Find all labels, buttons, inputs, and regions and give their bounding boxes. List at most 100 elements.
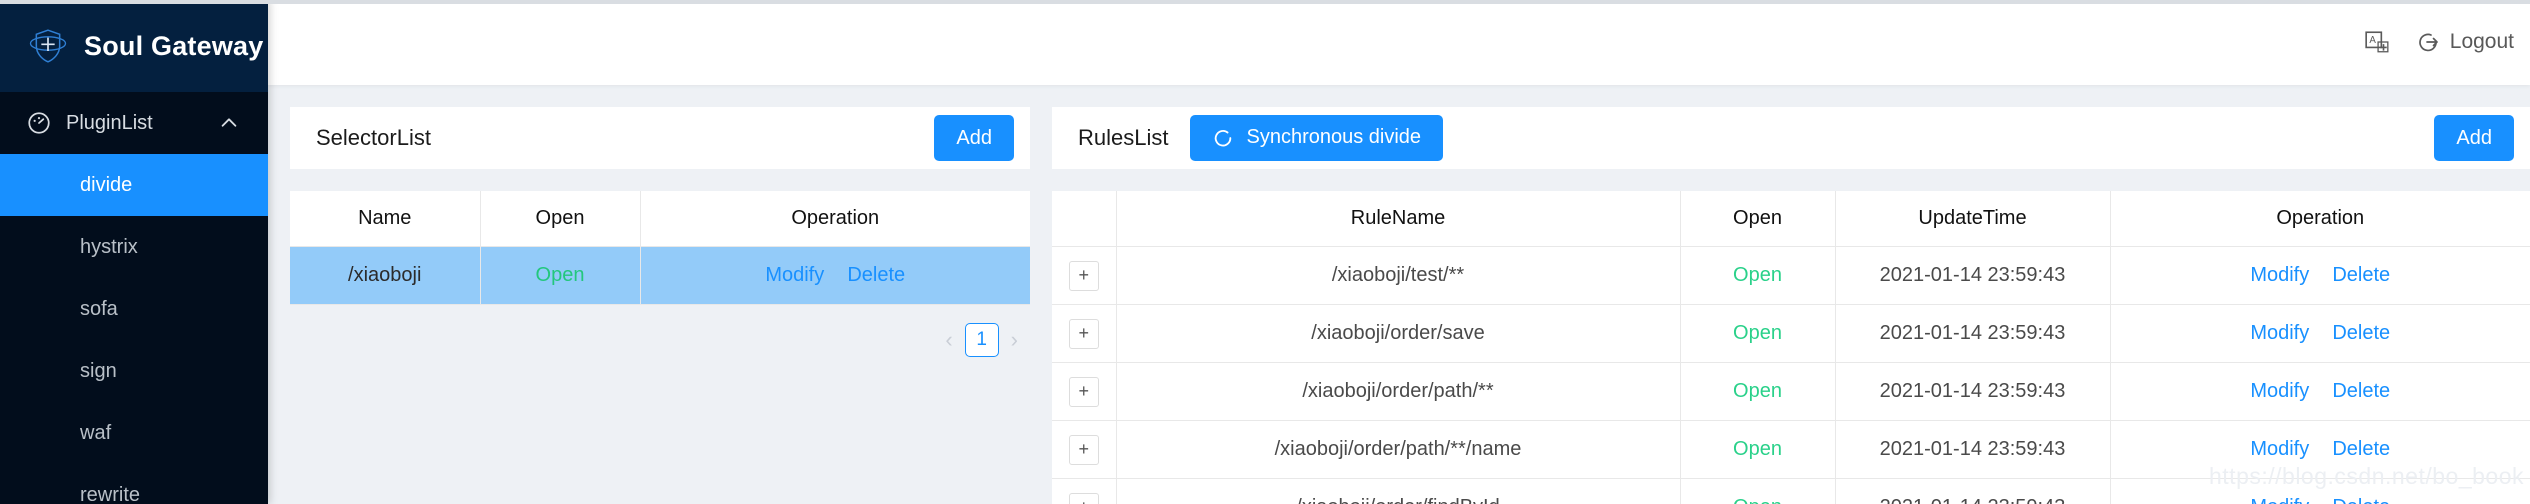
logout-icon [2418,33,2438,52]
table-row[interactable]: + /xiaoboji/order/save Open 2021-01-14 2… [1052,304,2530,364]
rules-col-expand [1052,190,1117,248]
sidebar-group-pluginlist[interactable]: PluginList [0,92,268,154]
logout-button[interactable]: Logout [2416,30,2514,54]
table-row[interactable]: + /xiaoboji/order/path/** Open 2021-01-1… [1052,362,2530,422]
selector-col-operation: Operation [640,190,1030,248]
modify-link[interactable]: Modify [2250,264,2309,286]
rules-table-header-row: RuleName Open UpdateTime Operation [1052,190,2530,248]
status-badge: Open [535,264,585,287]
selector-panel-title: SelectorList [316,124,431,150]
status-badge: Open [1733,264,1782,287]
sidebar-group-label: PluginList [66,111,153,134]
delete-link[interactable]: Delete [2332,496,2390,504]
table-row[interactable]: + /xiaoboji/order/path/**/name Open 2021… [1052,420,2530,480]
rules-cell-expand: + [1052,246,1117,306]
status-badge: Open [1733,380,1782,403]
rules-cell-open: Open [1680,362,1836,422]
pagination-page-1[interactable]: 1 [964,323,999,358]
modify-link[interactable]: Modify [765,264,824,286]
rules-cell-expand: + [1052,304,1117,364]
rules-cell-expand: + [1052,478,1117,504]
rules-add-button[interactable]: Add [2434,114,2514,161]
chevron-up-icon[interactable] [218,112,240,134]
modify-link[interactable]: Modify [2250,380,2309,402]
rules-cell-updatetime: 2021-01-14 23:59:43 [1835,246,2111,306]
pagination-prev[interactable]: ‹ [945,327,952,353]
delete-link[interactable]: Delete [2332,380,2390,402]
brand-header[interactable]: Soul Gateway [0,0,268,92]
selector-table: Name Open Operation /xiaoboji Open Modif… [290,190,1030,306]
modify-link[interactable]: Modify [2250,322,2309,344]
selector-col-open: Open [480,190,641,248]
rules-col-updatetime: UpdateTime [1835,190,2111,248]
brand-title: Soul Gateway [84,30,264,61]
rules-cell-updatetime: 2021-01-14 23:59:43 [1835,304,2111,364]
sidebar-item-sign[interactable]: sign [0,340,268,402]
rules-cell-operation: Modify Delete [2110,420,2530,480]
rules-cell-open: Open [1680,246,1836,306]
selector-cell-name: /xiaoboji [290,246,481,306]
rules-col-rulename: RuleName [1116,190,1681,248]
rules-cell-rulename: /xiaoboji/order/path/**/name [1116,420,1681,480]
rules-cell-operation: Modify Delete [2110,304,2530,364]
delete-link[interactable]: Delete [2332,438,2390,460]
delete-link[interactable]: Delete [2332,322,2390,344]
refresh-icon [1215,129,1232,147]
expand-row-button[interactable]: + [1068,376,1099,407]
synchronous-divide-button[interactable]: Synchronous divide [1190,114,1444,161]
rules-cell-updatetime: 2021-01-14 23:59:43 [1835,478,2111,504]
rules-cell-rulename: /xiaoboji/test/** [1116,246,1681,306]
selector-add-button[interactable]: Add [934,114,1014,161]
table-row[interactable]: /xiaoboji Open Modify Delete [290,246,1030,306]
delete-link[interactable]: Delete [2332,264,2390,286]
rules-cell-rulename: /xiaoboji/order/save [1116,304,1681,364]
rules-cell-rulename: /xiaoboji/order/path/** [1116,362,1681,422]
table-row[interactable]: + /xiaoboji/order/findById Open 2021-01-… [1052,478,2530,504]
logout-label: Logout [2449,29,2514,53]
rules-cell-updatetime: 2021-01-14 23:59:43 [1835,362,2111,422]
main-region: A Logout SelectorList Add Name Open Oper… [268,0,2530,504]
sidebar-item-sofa[interactable]: sofa [0,278,268,340]
pagination-next[interactable]: › [1011,327,1018,353]
modify-link[interactable]: Modify [2250,496,2309,504]
dashboard-icon [28,112,50,134]
rules-cell-updatetime: 2021-01-14 23:59:43 [1835,420,2111,480]
rules-panel-header: RulesList Synchronous divide Add [1052,106,2530,169]
sidebar-item-label: rewrite [80,483,141,504]
expand-row-button[interactable]: + [1068,318,1099,349]
selector-panel-header: SelectorList Add [290,106,1030,169]
expand-row-button[interactable]: + [1068,492,1099,504]
sidebar-item-divide[interactable]: divide [0,154,268,216]
sidebar-item-label: sign [80,359,117,382]
rules-cell-operation: Modify Delete [2110,246,2530,306]
top-bar: A Logout [268,0,2530,85]
window-top-edge [0,0,2530,4]
rules-col-operation: Operation [2110,190,2530,248]
synchronous-divide-label: Synchronous divide [1246,126,1422,149]
status-badge: Open [1733,322,1782,345]
selector-pagination: ‹ 1 › [290,305,1030,358]
expand-row-button[interactable]: + [1068,434,1099,465]
sidebar-item-waf[interactable]: waf [0,402,268,464]
sidebar-item-label: waf [80,421,112,444]
sidebar-menu: PluginList divide hystrix sofa sign waf [0,92,268,504]
selector-panel: SelectorList Add Name Open Operation /xi… [290,106,1030,504]
modify-link[interactable]: Modify [2250,438,2309,460]
rules-cell-expand: + [1052,362,1117,422]
language-switch-icon[interactable]: A [2364,29,2390,55]
table-row[interactable]: + /xiaoboji/test/** Open 2021-01-14 23:5… [1052,246,2530,306]
expand-row-button[interactable]: + [1068,260,1099,291]
sidebar-item-label: sofa [80,297,118,320]
selector-cell-open: Open [480,246,641,306]
sidebar-item-rewrite[interactable]: rewrite [0,464,268,504]
delete-link[interactable]: Delete [847,264,905,286]
rules-panel-title: RulesList [1078,124,1169,150]
sidebar-item-hystrix[interactable]: hystrix [0,216,268,278]
shield-plus-icon [29,29,67,63]
rules-cell-operation: Modify Delete [2110,362,2530,422]
rules-cell-operation: Modify Delete [2110,478,2530,504]
svg-text:A: A [2369,35,2376,46]
rules-cell-open: Open [1680,420,1836,480]
rules-col-open: Open [1680,190,1836,248]
sidebar-item-label: hystrix [80,235,138,258]
